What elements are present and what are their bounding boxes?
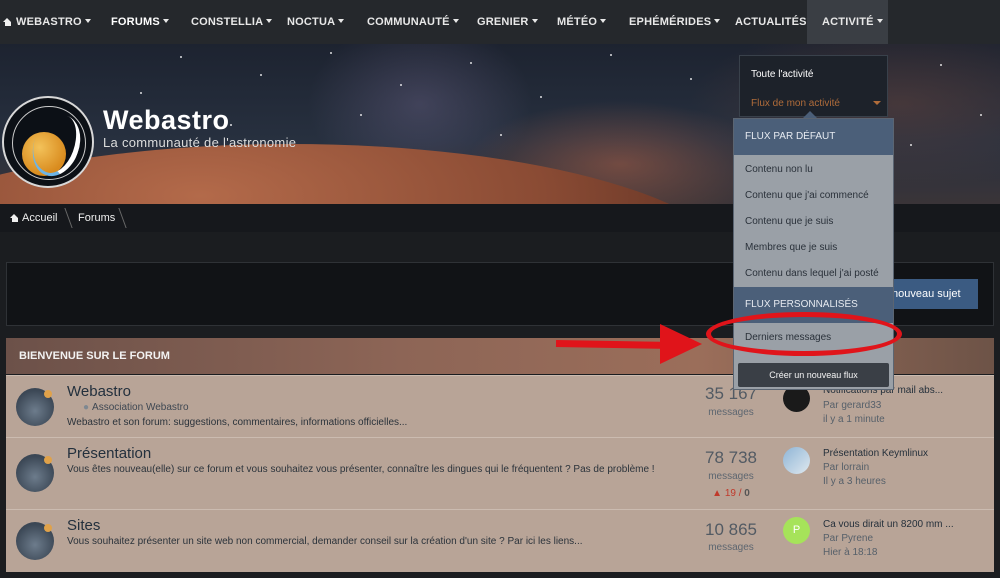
annotation-highlight-ellipse	[706, 312, 902, 356]
avatar[interactable]	[783, 447, 810, 474]
avatar[interactable]: P	[783, 517, 810, 544]
latest-topic-link[interactable]: Présentation Keymlinux	[823, 448, 928, 459]
menu-item-my-activity-stream[interactable]: Flux de mon activité	[751, 98, 840, 109]
stream-started-content[interactable]: Contenu que j'ai commencé	[745, 190, 869, 201]
forum-description: Vous souhaitez présenter un site web non…	[67, 536, 583, 547]
home-icon	[3, 18, 12, 26]
chevron-down-icon	[162, 19, 169, 23]
chat-icon: ●	[83, 402, 90, 413]
forum-description: Vous êtes nouveau(elle) sur ce forum et …	[67, 464, 655, 475]
dropdown-pointer	[803, 111, 817, 118]
nav-item-grenier[interactable]: GRENIER	[477, 0, 538, 44]
forum-icon	[16, 454, 54, 492]
site-title[interactable]: Webastro	[103, 105, 230, 136]
chevron-down-icon	[452, 19, 459, 23]
forum-icon	[16, 522, 54, 560]
latest-topic-link[interactable]: Ca vous dirait un 8200 mm ...	[823, 519, 954, 530]
stream-unread-content[interactable]: Contenu non lu	[745, 164, 813, 175]
forum-description: Webastro et son forum: suggestions, comm…	[67, 417, 408, 428]
chevron-down-icon	[600, 19, 607, 23]
top-nav: WEBASTRO FORUMS CONSTELLIA NOCTUA COMMUN…	[0, 0, 1000, 44]
latest-time: Il y a 3 heures	[823, 476, 886, 487]
chevron-down-icon	[873, 101, 881, 105]
post-count: 78 738	[705, 448, 757, 467]
create-stream-button[interactable]: Créer un nouveau flux	[738, 363, 889, 387]
forum-row[interactable]: Sites Vous souhaitez présenter un site w…	[6, 509, 994, 572]
forum-title[interactable]: Webastro	[67, 383, 131, 400]
moderation-badge[interactable]: ▲ 19 / 0	[681, 488, 781, 499]
breadcrumb-home[interactable]: Accueil	[10, 204, 57, 232]
chevron-down-icon	[338, 19, 345, 23]
latest-time: Hier à 18:18	[823, 547, 878, 558]
post-count-label: messages	[708, 471, 754, 482]
forum-title[interactable]: Présentation	[67, 445, 151, 462]
subforum-link[interactable]: ● Association Webastro	[83, 402, 189, 413]
menu-item-all-activity[interactable]: Toute l'activité	[751, 69, 814, 80]
activity-menu: Toute l'activité Flux de mon activité	[739, 55, 888, 117]
nav-item-webastro[interactable]: WEBASTRO	[3, 0, 91, 44]
nav-item-actualites[interactable]: ACTUALITÉS	[735, 0, 807, 44]
nav-item-ephemerides[interactable]: EPHÉMÉRIDES	[629, 0, 721, 44]
post-count: 10 865	[705, 520, 757, 539]
nav-item-noctua[interactable]: NOCTUA	[287, 0, 345, 44]
forum-row[interactable]: Présentation Vous êtes nouveau(elle) sur…	[6, 437, 994, 509]
site-logo[interactable]	[2, 96, 94, 188]
chevron-down-icon	[266, 19, 273, 23]
nav-item-activite[interactable]: ACTIVITÉ	[807, 0, 888, 44]
new-topic-button[interactable]: nouveau sujet	[882, 279, 978, 309]
annotation-arrow-head	[660, 324, 702, 364]
nav-item-communaute[interactable]: COMMUNAUTÉ	[367, 0, 459, 44]
forum-icon	[16, 388, 54, 426]
chevron-down-icon	[531, 19, 538, 23]
site-subtitle: La communauté de l'astronomie	[103, 135, 297, 150]
latest-author[interactable]: Par Pyrene	[823, 533, 873, 544]
planet-graphic	[0, 144, 740, 204]
chevron-down-icon	[876, 19, 883, 23]
post-count-label: messages	[708, 542, 754, 553]
stream-followed-content[interactable]: Contenu que je suis	[745, 216, 833, 227]
nav-item-meteo[interactable]: MÉTÉO	[557, 0, 607, 44]
nav-item-constellia[interactable]: CONSTELLIA	[191, 0, 273, 44]
forum-title[interactable]: Sites	[67, 517, 100, 534]
post-count-label: messages	[708, 407, 754, 418]
latest-author[interactable]: Par lorrain	[823, 462, 869, 473]
warning-icon: ▲	[712, 488, 723, 499]
stream-followed-members[interactable]: Membres que je suis	[745, 242, 837, 253]
chevron-down-icon	[714, 19, 721, 23]
nav-item-forums[interactable]: FORUMS	[111, 0, 169, 44]
latest-author[interactable]: Par gerard33	[823, 400, 881, 411]
stream-posted-content[interactable]: Contenu dans lequel j'ai posté	[745, 268, 879, 279]
chevron-down-icon	[84, 19, 91, 23]
home-icon	[10, 214, 19, 222]
dropdown-header-default: FLUX PAR DÉFAUT	[734, 119, 893, 155]
latest-time: il y a 1 minute	[823, 414, 885, 425]
